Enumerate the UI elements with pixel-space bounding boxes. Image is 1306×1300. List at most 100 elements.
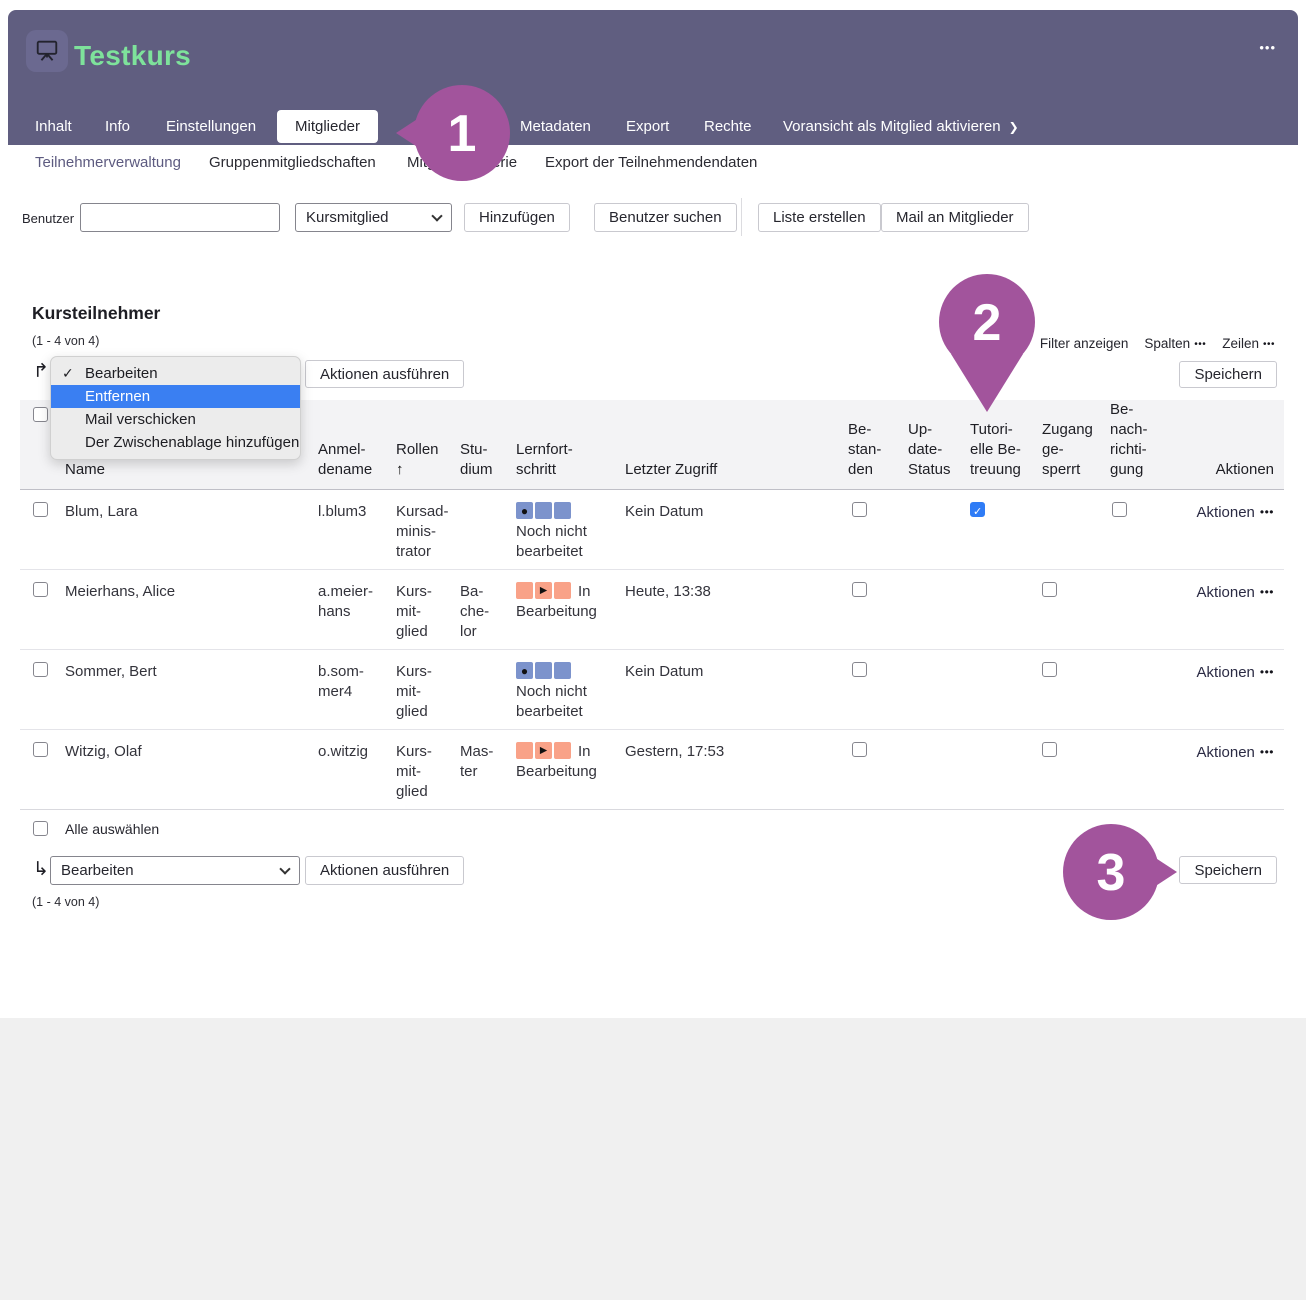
apply-to-selection-icon: ↳: [33, 858, 49, 881]
notification-checkbox[interactable]: [1112, 502, 1127, 517]
member-name: Witzig, Olaf: [65, 742, 318, 762]
page-background: [0, 1018, 1306, 1300]
svg-text:3: 3: [1097, 844, 1126, 902]
row-select-checkbox[interactable]: [33, 502, 48, 517]
member-role: Kurs- mit- glied: [396, 742, 460, 802]
tutoring-checkbox[interactable]: [970, 502, 985, 517]
col-header-rollen[interactable]: Rollen↑: [396, 440, 460, 490]
access-locked-checkbox[interactable]: [1042, 742, 1057, 757]
member-studies: Mas- ter: [460, 742, 516, 782]
menu-item-mail-verschicken[interactable]: Mail verschicken: [51, 408, 300, 431]
last-access: Kein Datum: [625, 502, 848, 522]
course-members-page: Testkurs ••• Inhalt Info Einstellungen M…: [0, 0, 1306, 1300]
callout-pin-3: 3: [1062, 822, 1177, 922]
menu-item-bearbeiten[interactable]: ✓Bearbeiten: [51, 362, 300, 385]
table-row: Meierhans, Alice a.meier- hans Kurs- mit…: [20, 570, 1284, 650]
select-all-checkbox[interactable]: [33, 407, 48, 422]
member-username: a.meier- hans: [318, 582, 396, 622]
col-header-name[interactable]: Name: [65, 460, 318, 490]
progress-squares-icon: [516, 742, 571, 759]
member-role: Kurs- mit- glied: [396, 582, 460, 642]
learning-progress: In Bearbeitung: [516, 582, 616, 622]
row-actions-link[interactable]: Aktionen•••: [1197, 582, 1284, 603]
table-row: Blum, Lara l.blum3 Kursad- minis- trator…: [20, 490, 1284, 570]
ellipsis-icon: •••: [1263, 339, 1275, 350]
col-header-benachrichtigung[interactable]: Be- nach- richti- gung: [1110, 400, 1195, 490]
section-title: Kursteilnehmer: [32, 303, 160, 324]
col-header-letzter-zugriff[interactable]: Letzter Zugriff: [625, 460, 848, 490]
bulk-action-select[interactable]: Bearbeiten: [50, 856, 300, 885]
col-header-bestanden[interactable]: Be- stan- den: [848, 420, 908, 490]
role-select[interactable]: Kursmitglied: [295, 203, 452, 232]
member-name: Meierhans, Alice: [65, 582, 318, 602]
col-header-studium[interactable]: Stu- dium: [460, 440, 516, 490]
col-header-tutorielle-betreuung[interactable]: Tutori- elle Be- treuung: [970, 420, 1042, 490]
col-header-lernfortschritt[interactable]: Lernfort- schritt: [516, 440, 625, 490]
mail-members-button[interactable]: Mail an Mitglieder: [881, 203, 1029, 232]
row-select-checkbox[interactable]: [33, 742, 48, 757]
last-access: Heute, 13:38: [625, 582, 848, 602]
preview-as-member-link[interactable]: Voransicht als Mitglied aktivieren❯: [783, 110, 1019, 143]
tab-einstellungen[interactable]: Einstellungen: [166, 110, 256, 143]
ellipsis-icon: •••: [1260, 745, 1274, 759]
row-actions-link[interactable]: Aktionen•••: [1197, 662, 1284, 683]
chevron-down-icon: [279, 863, 290, 874]
menu-item-entfernen[interactable]: Entfernen: [51, 385, 300, 408]
execute-actions-button-top[interactable]: Aktionen ausführen: [305, 360, 464, 388]
add-button[interactable]: Hinzufügen: [464, 203, 570, 232]
row-actions-link[interactable]: Aktionen•••: [1197, 742, 1284, 763]
check-icon: ✓: [62, 362, 74, 385]
member-username: l.blum3: [318, 502, 396, 522]
member-name: Sommer, Bert: [65, 662, 318, 682]
filter-link[interactable]: Filter anzeigen: [1040, 336, 1129, 351]
learning-progress: In Bearbeitung: [516, 742, 616, 782]
subnav-gruppenmitgliedschaften[interactable]: Gruppenmitgliedschaften: [209, 154, 376, 171]
ellipsis-icon: •••: [1260, 505, 1274, 519]
tab-metadaten[interactable]: Metadaten: [520, 110, 591, 143]
tab-rechte[interactable]: Rechte: [704, 110, 752, 143]
row-select-checkbox[interactable]: [33, 582, 48, 597]
subnav-export-teilnehmendendaten[interactable]: Export der Teilnehmendendaten: [545, 154, 757, 171]
passed-checkbox[interactable]: [852, 502, 867, 517]
svg-text:2: 2: [973, 294, 1002, 352]
tab-mitglieder-active[interactable]: Mitglieder: [277, 110, 378, 143]
search-users-button[interactable]: Benutzer suchen: [594, 203, 737, 232]
last-access: Kein Datum: [625, 662, 848, 682]
tab-export[interactable]: Export: [626, 110, 669, 143]
benutzer-input[interactable]: [80, 203, 280, 232]
save-button-top[interactable]: Speichern: [1179, 361, 1277, 388]
execute-actions-button-bottom[interactable]: Aktionen ausführen: [305, 856, 464, 885]
select-all-bottom-checkbox[interactable]: [33, 821, 48, 836]
access-locked-checkbox[interactable]: [1042, 582, 1057, 597]
preview-as-member-label: Voransicht als Mitglied aktivieren: [783, 118, 1001, 135]
menu-item-zwischenablage[interactable]: Der Zwischenablage hinzufügen: [51, 431, 300, 454]
col-header-update-status[interactable]: Up- date- Status: [908, 420, 970, 490]
progress-squares-icon: [516, 662, 616, 679]
columns-link[interactable]: Spalten•••: [1144, 336, 1206, 351]
tab-inhalt[interactable]: Inhalt: [35, 110, 72, 143]
create-list-button[interactable]: Liste erstellen: [758, 203, 881, 232]
tab-info[interactable]: Info: [105, 110, 130, 143]
member-name: Blum, Lara: [65, 502, 318, 522]
row-select-checkbox[interactable]: [33, 662, 48, 677]
passed-checkbox[interactable]: [852, 582, 867, 597]
col-header-aktionen: Aktionen: [1216, 460, 1284, 490]
select-all-label: Alle auswählen: [65, 821, 159, 837]
access-locked-checkbox[interactable]: [1042, 662, 1057, 677]
course-header: Testkurs ••• Inhalt Info Einstellungen M…: [8, 10, 1298, 145]
progress-label: Noch nicht bearbeitet: [516, 683, 587, 720]
member-role: Kurs- mit- glied: [396, 662, 460, 722]
member-studies: Ba- che- lor: [460, 582, 516, 642]
subnav-teilnehmerverwaltung[interactable]: Teilnehmerverwaltung: [35, 154, 181, 171]
passed-checkbox[interactable]: [852, 742, 867, 757]
save-button-bottom[interactable]: Speichern: [1179, 856, 1277, 884]
col-header-anmeldename[interactable]: Anmel- dename: [318, 440, 396, 490]
progress-label: Noch nicht bearbeitet: [516, 523, 587, 560]
row-actions-link[interactable]: Aktionen•••: [1197, 502, 1284, 523]
passed-checkbox[interactable]: [852, 662, 867, 677]
more-options-icon[interactable]: •••: [1259, 40, 1276, 55]
rows-link[interactable]: Zeilen•••: [1222, 336, 1275, 351]
result-count-top: (1 - 4 von 4): [32, 334, 99, 348]
progress-squares-icon: [516, 582, 571, 599]
col-header-zugang-gesperrt[interactable]: Zugang ge- sperrt: [1042, 420, 1110, 490]
